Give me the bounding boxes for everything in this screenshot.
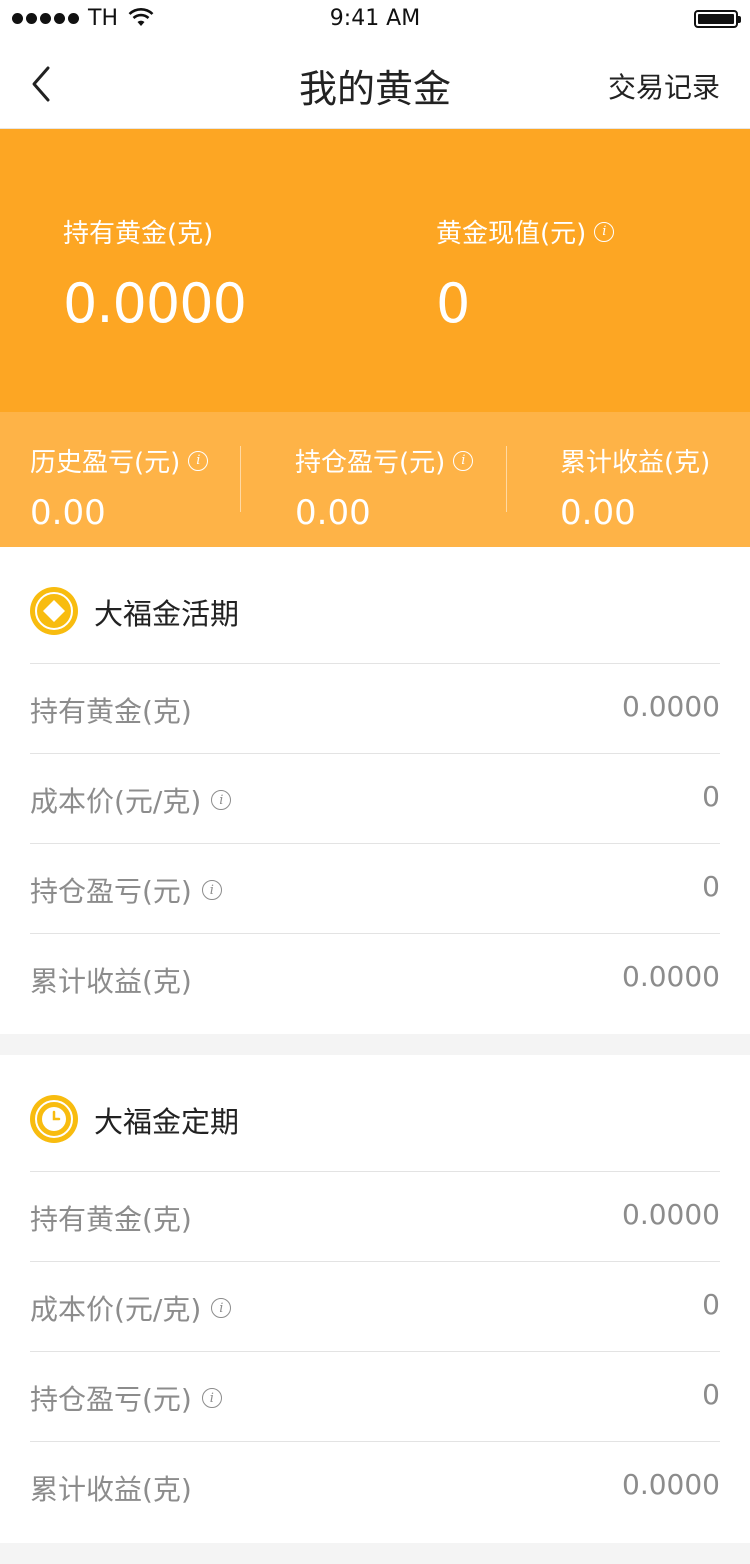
- list-item: 持仓盈亏(元) i 0: [30, 843, 720, 933]
- clock-icon: [30, 1095, 78, 1143]
- info-icon[interactable]: i: [201, 1388, 222, 1408]
- transaction-records-link[interactable]: 交易记录: [608, 66, 720, 106]
- list-item: 持有黄金(克) 0.0000: [30, 663, 720, 753]
- history-profit-stat: 历史盈亏(元) i 0.00: [30, 442, 209, 533]
- hold-gold-value: 0.0000: [63, 272, 247, 335]
- row-label: 持有黄金(克): [30, 695, 192, 728]
- divider: [240, 446, 241, 512]
- diamond-icon: [30, 587, 78, 635]
- info-icon[interactable]: i: [594, 221, 615, 242]
- stat-value: 0.00: [295, 493, 371, 533]
- position-profit-stat: 持仓盈亏(元) i 0.00: [295, 442, 474, 533]
- battery-icon: [694, 10, 741, 28]
- list-item: 成本价(元/克) i 0: [30, 753, 720, 843]
- section-title: 大福金活期: [94, 597, 240, 631]
- list-item: 持有黄金(克) 0.0000: [30, 1171, 720, 1261]
- section-header: 大福金定期: [0, 1055, 750, 1171]
- section-title: 大福金定期: [94, 1105, 240, 1139]
- row-value: 0: [702, 1378, 720, 1411]
- row-value: 0: [702, 870, 720, 903]
- row-label: 持仓盈亏(元): [30, 875, 192, 908]
- status-time: 9:41 AM: [329, 6, 421, 31]
- stat-value: 0.00: [560, 493, 636, 533]
- gold-worth-label: 黄金现值(元): [436, 219, 587, 249]
- info-icon[interactable]: i: [211, 1298, 232, 1318]
- row-value: 0.0000: [622, 690, 720, 723]
- fixed-term-gold-section: 大福金定期 持有黄金(克) 0.0000 成本价(元/克) i 0 持仓盈亏(元)…: [0, 1055, 750, 1543]
- cumulative-income-stat: 累计收益(克) 0.00: [560, 442, 710, 533]
- gold-summary-panel: 持有黄金(克) 0.0000 黄金现值(元) i 0: [0, 129, 750, 412]
- row-label: 成本价(元/克): [30, 1293, 202, 1326]
- hold-gold-block: 持有黄金(克) 0.0000: [63, 213, 247, 335]
- info-icon[interactable]: i: [453, 450, 474, 471]
- divider: [506, 446, 507, 512]
- row-label: 累计收益(克): [30, 1473, 192, 1506]
- info-icon[interactable]: i: [188, 450, 209, 471]
- list-item: 累计收益(克) 0.0000: [30, 933, 720, 1023]
- row-value: 0: [702, 780, 720, 813]
- stat-label: 累计收益(克): [560, 448, 711, 478]
- list-item: 持仓盈亏(元) i 0: [30, 1351, 720, 1441]
- row-label: 持仓盈亏(元): [30, 1383, 192, 1416]
- gold-worth-value: 0: [436, 272, 470, 335]
- row-label: 持有黄金(克): [30, 1203, 192, 1236]
- list-item: 成本价(元/克) i 0: [30, 1261, 720, 1351]
- row-label: 累计收益(克): [30, 965, 192, 998]
- row-value: 0.0000: [622, 1198, 720, 1231]
- demand-gold-section: 大福金活期 持有黄金(克) 0.0000 成本价(元/克) i 0 持仓盈亏(元)…: [0, 547, 750, 1034]
- info-icon[interactable]: i: [201, 880, 222, 900]
- row-value: 0.0000: [622, 1468, 720, 1501]
- list-item: 累计收益(克) 0.0000: [30, 1441, 720, 1531]
- stat-value: 0.00: [30, 493, 106, 533]
- info-icon[interactable]: i: [211, 790, 232, 810]
- section-header: 大福金活期: [0, 547, 750, 663]
- stat-label: 历史盈亏(元): [30, 448, 181, 478]
- stat-label: 持仓盈亏(元): [295, 448, 446, 478]
- row-label: 成本价(元/克): [30, 785, 202, 818]
- status-bar: TH 9:41 AM: [0, 0, 750, 40]
- profit-stats-strip: 历史盈亏(元) i 0.00 持仓盈亏(元) i 0.00 累计收益(克) 0.00: [0, 412, 750, 547]
- nav-bar: 我的黄金 交易记录: [0, 40, 750, 129]
- hold-gold-label: 持有黄金(克): [63, 219, 214, 249]
- row-value: 0: [702, 1288, 720, 1321]
- row-value: 0.0000: [622, 960, 720, 993]
- gold-worth-block: 黄金现值(元) i 0: [436, 213, 615, 335]
